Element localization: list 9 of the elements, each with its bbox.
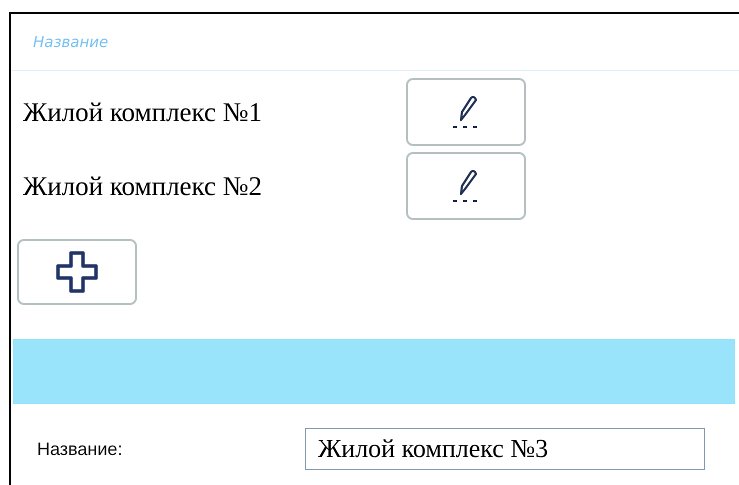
edit-button[interactable] [406,78,526,146]
add-button[interactable] [17,239,137,305]
name-input-field[interactable]: Жилой комплекс №3 [305,428,705,470]
edit-button[interactable] [406,152,526,220]
field-label: Название: [37,438,124,460]
complex-name: Жилой комплекс №1 [22,96,263,128]
plus-icon [54,249,100,295]
column-header: Название [33,33,108,51]
complex-name: Жилой комплекс №2 [22,170,263,202]
